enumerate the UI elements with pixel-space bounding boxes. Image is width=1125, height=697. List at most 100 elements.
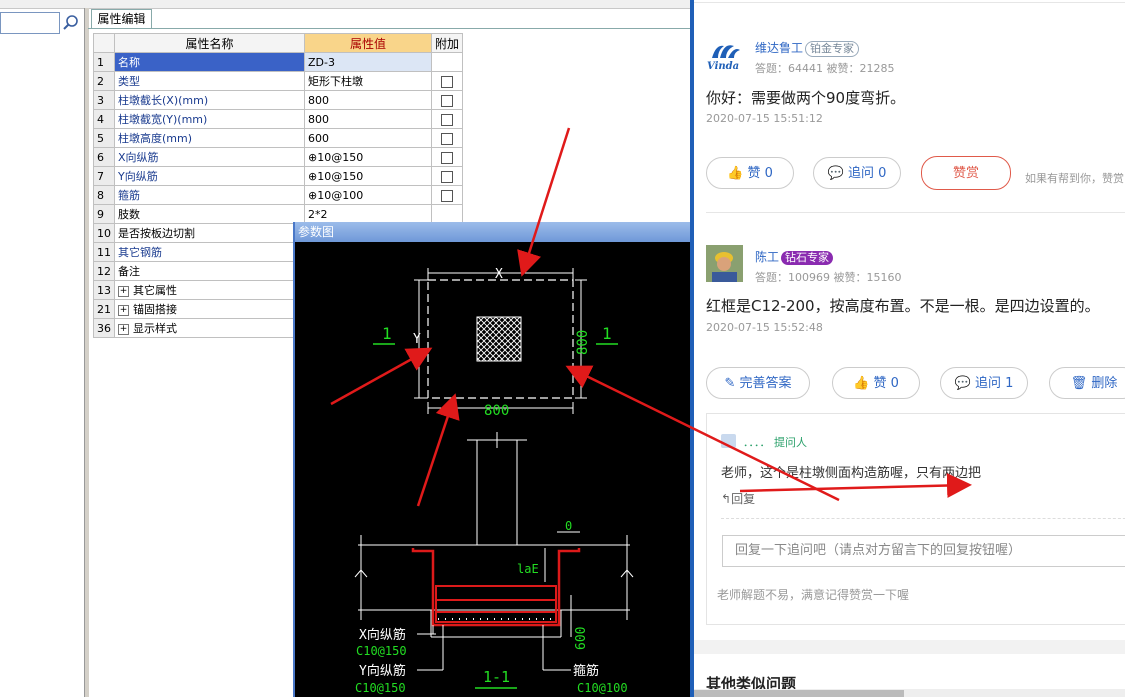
property-row[interactable]: 5 柱墩高度(mm) 600: [93, 128, 464, 148]
property-value[interactable]: ⊕10@100: [304, 185, 432, 205]
row-number: 36: [93, 318, 115, 338]
search-input[interactable]: [0, 12, 60, 34]
answer2-stats: 答题：100969 被赞：15160: [755, 271, 902, 284]
answer2-text: 红框是C12-200，按高度布置。不是一根。是四边设置的。: [706, 297, 1100, 315]
property-row[interactable]: 6 X向纵筋 ⊕10@150: [93, 147, 464, 167]
answer1-username[interactable]: 维达鲁工: [755, 41, 803, 55]
property-value[interactable]: 600: [304, 128, 432, 148]
property-name[interactable]: 其它钢筋: [114, 242, 305, 262]
section-gap: [694, 640, 1125, 654]
property-name[interactable]: 柱墩截宽(Y)(mm): [114, 109, 305, 129]
property-extra[interactable]: [430, 204, 464, 224]
answer2-username[interactable]: 陈工: [755, 250, 779, 264]
property-extra[interactable]: [430, 147, 464, 167]
property-name[interactable]: X向纵筋: [114, 147, 305, 167]
answer1-stats: 答题：64441 被赞：21285: [755, 62, 895, 75]
expand-icon[interactable]: +: [118, 304, 129, 316]
property-name-text: 备注: [118, 265, 140, 278]
extra-checkbox[interactable]: [441, 151, 453, 164]
property-name[interactable]: 类型: [114, 71, 305, 91]
property-value[interactable]: ⊕10@150: [304, 147, 432, 167]
property-name-text: 柱墩截长(X)(mm): [118, 94, 209, 107]
row-number: 4: [93, 109, 115, 129]
property-extra[interactable]: [430, 128, 464, 148]
chat-icon: 💬: [827, 166, 844, 181]
splitter[interactable]: [84, 8, 89, 697]
dim-600: 600: [574, 627, 589, 650]
answer1-like-button[interactable]: 👍 赞 0: [706, 157, 794, 189]
property-name-text: 箍筋: [118, 189, 140, 202]
extra-checkbox[interactable]: [441, 170, 453, 183]
extra-checkbox[interactable]: [441, 113, 453, 126]
property-row[interactable]: 7 Y向纵筋 ⊕10@150: [93, 166, 464, 186]
answer1-follow-button[interactable]: 💬 追问 0: [813, 157, 901, 189]
answer1-reward-button[interactable]: 赞赏: [921, 156, 1011, 190]
property-name[interactable]: 柱墩截长(X)(mm): [114, 90, 305, 110]
row-number: 6: [93, 147, 115, 167]
stirrup-box: [435, 585, 557, 623]
followup-username[interactable]: ．．．．: [743, 436, 771, 449]
scrollbar-thumb[interactable]: [694, 690, 904, 697]
followup-user[interactable]: ．．．． 提问人: [743, 434, 807, 450]
property-row[interactable]: 3 柱墩截长(X)(mm) 800: [93, 90, 464, 110]
property-value[interactable]: ⊕10@150: [304, 166, 432, 186]
label-x-bar-spec: C10@150: [356, 644, 407, 658]
answer2-time: 2020-07-15 15:52:48: [706, 321, 823, 334]
answer1-reward-hint: 如果有帮到你，赞赏: [1025, 172, 1124, 185]
row-number: 9: [93, 204, 115, 224]
search-icon[interactable]: [62, 14, 80, 32]
property-extra[interactable]: [430, 109, 464, 129]
property-name[interactable]: 箍筋: [114, 185, 305, 205]
dim-800-right: 800: [575, 330, 591, 355]
label-x: X: [495, 267, 503, 282]
thumb-up-icon: 👍: [853, 376, 870, 391]
property-row[interactable]: 1 名称 ZD-3: [93, 52, 464, 72]
property-value[interactable]: 矩形下柱墩: [304, 71, 432, 91]
property-extra[interactable]: [430, 185, 464, 205]
reply-link[interactable]: ↰回复: [721, 490, 755, 507]
property-row[interactable]: 8 箍筋 ⊕10@100: [93, 185, 464, 205]
reply-input[interactable]: 回复一下追问吧（请点对方留言下的回复按钮喔）: [722, 535, 1125, 567]
answer2-follow-button[interactable]: 💬 追问 1: [940, 367, 1028, 399]
avatar-chen[interactable]: [706, 245, 743, 282]
property-name[interactable]: 柱墩高度(mm): [114, 128, 305, 148]
answer2-user[interactable]: 陈工 钻石专家: [755, 248, 834, 265]
property-name[interactable]: + 锚固搭接: [114, 299, 305, 319]
answer1-badge: 铂金专家: [805, 41, 860, 57]
property-name[interactable]: + 其它属性: [114, 280, 305, 300]
tab-property-edit[interactable]: 属性编辑: [91, 9, 152, 29]
property-editor-window: 属性编辑 属性名称 属性值 附加 1 名称 ZD-3 2 类型 矩形下柱墩 3 柱墩截长(X)…: [0, 0, 690, 697]
property-row[interactable]: 9 肢数 2*2: [93, 204, 464, 224]
extra-checkbox[interactable]: [441, 94, 453, 107]
extra-checkbox[interactable]: [441, 189, 453, 202]
expand-icon[interactable]: +: [118, 323, 129, 335]
dialog-title[interactable]: 参数图: [295, 222, 690, 242]
property-extra[interactable]: [430, 52, 464, 72]
section-mark-right: 1: [602, 324, 612, 343]
property-value[interactable]: 800: [304, 109, 432, 129]
answer1-user[interactable]: 维达鲁工 铂金专家: [755, 39, 860, 57]
answer2-like-button[interactable]: 👍 赞 0: [832, 367, 920, 399]
property-extra[interactable]: [430, 71, 464, 91]
property-name[interactable]: 是否按板边切割: [114, 223, 305, 243]
property-extra[interactable]: [430, 166, 464, 186]
label-stirrup: 箍筋: [573, 663, 599, 679]
property-row[interactable]: 2 类型 矩形下柱墩: [93, 71, 464, 91]
property-value[interactable]: 2*2: [304, 204, 432, 224]
property-value[interactable]: ZD-3: [304, 52, 432, 72]
extra-checkbox[interactable]: [441, 132, 453, 145]
property-name[interactable]: 肢数: [114, 204, 305, 224]
extra-checkbox[interactable]: [441, 75, 453, 88]
top-divider: [694, 2, 1125, 3]
property-row[interactable]: 4 柱墩截宽(Y)(mm) 800: [93, 109, 464, 129]
property-extra[interactable]: [430, 90, 464, 110]
avatar-vinda[interactable]: Vinda: [706, 38, 743, 75]
delete-button[interactable]: 🗑 删除: [1049, 367, 1125, 399]
property-value[interactable]: 800: [304, 90, 432, 110]
expand-icon[interactable]: +: [118, 285, 129, 297]
improve-answer-button[interactable]: ✎ 完善答案: [706, 367, 810, 399]
property-name[interactable]: + 显示样式: [114, 318, 305, 338]
property-name[interactable]: Y向纵筋: [114, 166, 305, 186]
property-name[interactable]: 名称: [114, 52, 305, 72]
property-name[interactable]: 备注: [114, 261, 305, 281]
